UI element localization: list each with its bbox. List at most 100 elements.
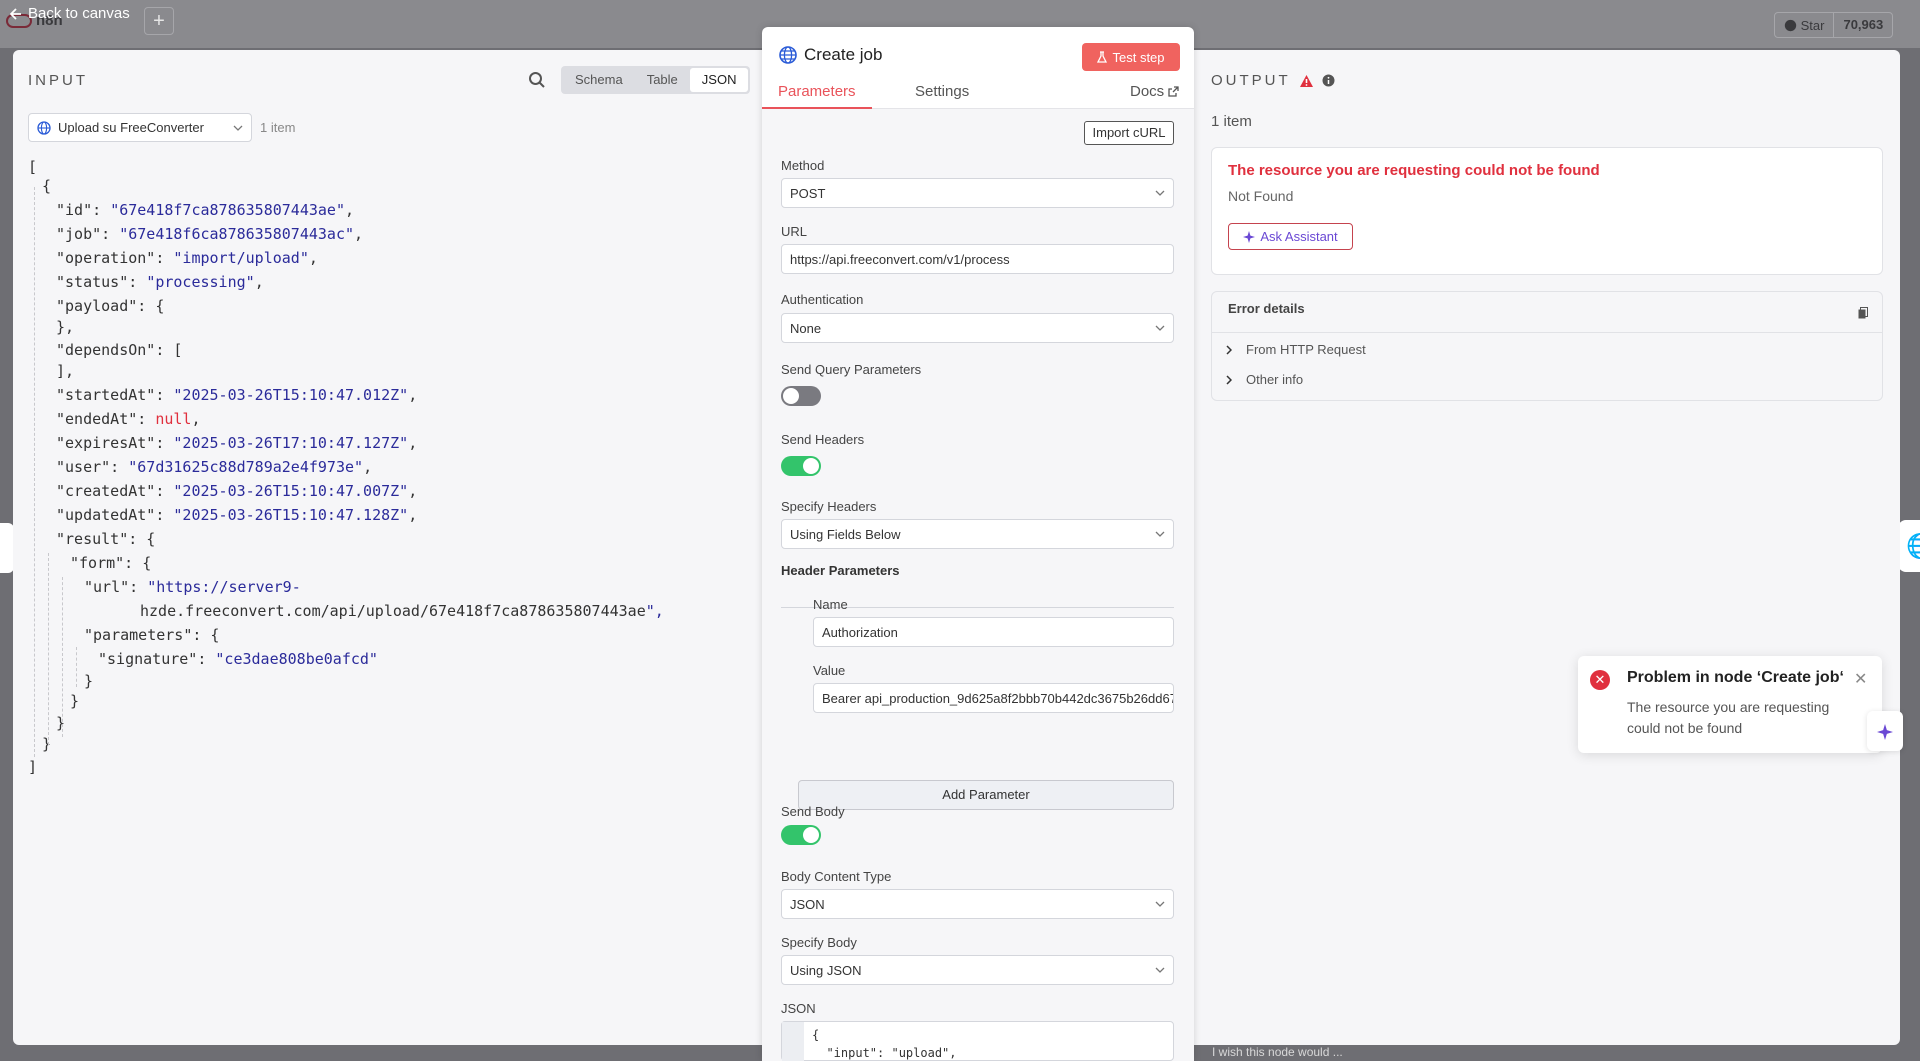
body-content-type-label: Body Content Type	[781, 869, 892, 884]
json-line: }	[84, 672, 94, 690]
url-input[interactable]: https://api.freeconvert.com/v1/process	[781, 244, 1174, 274]
json-line: "createdAt": "2025-03-26T15:10:47.007Z",	[56, 482, 418, 500]
output-title-wrap: OUTPUT	[1211, 72, 1335, 89]
toggle-knob	[803, 458, 819, 474]
output-item-count: 1 item	[1211, 113, 1252, 130]
details-divider	[1212, 332, 1882, 333]
authentication-select[interactable]: None	[781, 313, 1174, 343]
tab-parameters[interactable]: Parameters	[778, 83, 856, 100]
json-line: "form": {	[70, 554, 152, 572]
header-name-value: Authorization	[822, 624, 898, 640]
warning-icon	[1299, 74, 1313, 87]
url-label: URL	[781, 224, 808, 239]
sparkle-icon	[1877, 724, 1893, 740]
json-line: ]	[28, 758, 38, 776]
docs-link[interactable]: Docs	[1130, 83, 1179, 100]
json-line: "endedAt": null,	[56, 410, 201, 428]
test-step-button[interactable]: Test step	[1082, 43, 1180, 71]
wish-feedback-text[interactable]: I wish this node would ...	[1212, 1045, 1343, 1059]
github-star-label: Star	[1775, 18, 1833, 33]
add-node-button[interactable]: +	[144, 7, 174, 35]
chevron-right-icon	[1226, 344, 1232, 355]
json-line: "job": "67e418f6ca878635807443ac",	[56, 225, 364, 243]
ask-assistant-label: Ask Assistant	[1260, 229, 1338, 244]
view-json-tab[interactable]: JSON	[689, 68, 749, 92]
send-query-label: Send Query Parameters	[781, 362, 922, 377]
error-details-title: Error details	[1228, 301, 1305, 316]
ask-assistant-button[interactable]: Ask Assistant	[1228, 223, 1353, 250]
send-body-toggle[interactable]	[781, 825, 821, 845]
specify-headers-select[interactable]: Using Fields Below	[781, 519, 1174, 549]
node-title[interactable]: Create job	[804, 45, 882, 65]
import-curl-button[interactable]: Import cURL	[1084, 121, 1174, 145]
indent-guide	[62, 577, 63, 737]
method-select[interactable]: POST	[781, 178, 1174, 208]
json-line: "updatedAt": "2025-03-26T15:10:47.128Z",	[56, 506, 418, 524]
specify-body-select[interactable]: Using JSON	[781, 955, 1174, 985]
code-gutter	[782, 1022, 804, 1061]
json-line: "dependsOn": [	[56, 341, 183, 359]
send-headers-toggle[interactable]	[781, 456, 821, 476]
next-node-globe-icon[interactable]: 🌐	[1898, 520, 1920, 572]
arrow-left-icon	[10, 7, 21, 20]
view-schema-tab[interactable]: Schema	[563, 68, 635, 92]
github-star-count: 70,963	[1833, 13, 1892, 37]
info-icon[interactable]	[1322, 74, 1335, 87]
view-table-tab[interactable]: Table	[635, 68, 690, 92]
indent-guide	[48, 553, 49, 745]
globe-icon	[779, 46, 797, 64]
authentication-value: None	[790, 320, 822, 336]
json-line: }	[42, 735, 52, 753]
json-line: "parameters": {	[84, 626, 220, 644]
send-query-toggle[interactable]	[781, 386, 821, 406]
chevron-down-icon	[1155, 190, 1165, 196]
tab-settings[interactable]: Settings	[915, 83, 969, 100]
input-source-select[interactable]: Upload su FreeConverter	[28, 113, 252, 142]
indent-guide	[34, 187, 35, 757]
details-item-from-http[interactable]: From HTTP Request	[1226, 342, 1366, 357]
json-line: }	[56, 714, 66, 732]
input-source-label: Upload su FreeConverter	[58, 120, 204, 135]
error-x-icon: ✕	[1590, 670, 1610, 690]
json-line: },	[56, 318, 75, 336]
toggle-knob	[803, 827, 819, 843]
header-name-input[interactable]: Authorization	[813, 617, 1174, 647]
send-headers-label: Send Headers	[781, 432, 865, 447]
globe-icon	[37, 120, 51, 135]
input-item-count: 1 item	[260, 120, 296, 135]
docs-label: Docs	[1130, 83, 1165, 100]
node-header: Create job Test step Parameters Settings…	[762, 27, 1194, 109]
error-title: The resource you are requesting could no…	[1228, 162, 1600, 179]
output-title: OUTPUT	[1211, 72, 1291, 89]
chevron-down-icon	[1155, 967, 1165, 973]
close-icon[interactable]: ✕	[1854, 669, 1867, 689]
error-subtitle: Not Found	[1228, 188, 1294, 204]
details-item-label: From HTTP Request	[1246, 342, 1366, 357]
github-star-button[interactable]: Star 70,963	[1774, 12, 1894, 38]
copy-icon[interactable]	[1858, 307, 1868, 319]
json-line: "operation": "import/upload",	[56, 249, 318, 267]
json-line: "user": "67d31625c88d789a2e4f973e",	[56, 458, 373, 476]
method-label: Method	[781, 158, 825, 173]
previous-node[interactable]	[0, 523, 14, 573]
body-content-type-select[interactable]: JSON	[781, 889, 1174, 919]
json-line: hzde.freeconvert.com/api/upload/67e418f7…	[140, 602, 664, 620]
header-value-value: Bearer api_production_9d625a8f2bbb70b442…	[822, 690, 1174, 706]
external-link-icon	[1168, 86, 1179, 97]
sparkle-icon	[1243, 230, 1256, 243]
body-content-type-value: JSON	[790, 896, 825, 912]
add-parameter-button[interactable]: Add Parameter	[798, 780, 1174, 810]
json-body-editor[interactable]: { "input": "upload",	[781, 1021, 1174, 1061]
search-icon[interactable]	[528, 71, 546, 89]
json-line: "signature": "ce3dae808be0afcd"	[98, 650, 378, 668]
chevron-down-icon	[1155, 901, 1165, 907]
back-to-canvas-link[interactable]: Back to canvas	[10, 5, 130, 22]
assistant-sparkle-button[interactable]	[1867, 711, 1903, 751]
specify-headers-label: Specify Headers	[781, 499, 877, 514]
chevron-down-icon	[233, 125, 243, 131]
details-item-other-info[interactable]: Other info	[1226, 372, 1303, 387]
url-value: https://api.freeconvert.com/v1/process	[790, 251, 1010, 267]
json-line: "id": "67e418f7ca878635807443ae",	[56, 201, 355, 219]
json-line: "payload": {	[56, 297, 165, 315]
header-value-input[interactable]: Bearer api_production_9d625a8f2bbb70b442…	[813, 683, 1174, 713]
